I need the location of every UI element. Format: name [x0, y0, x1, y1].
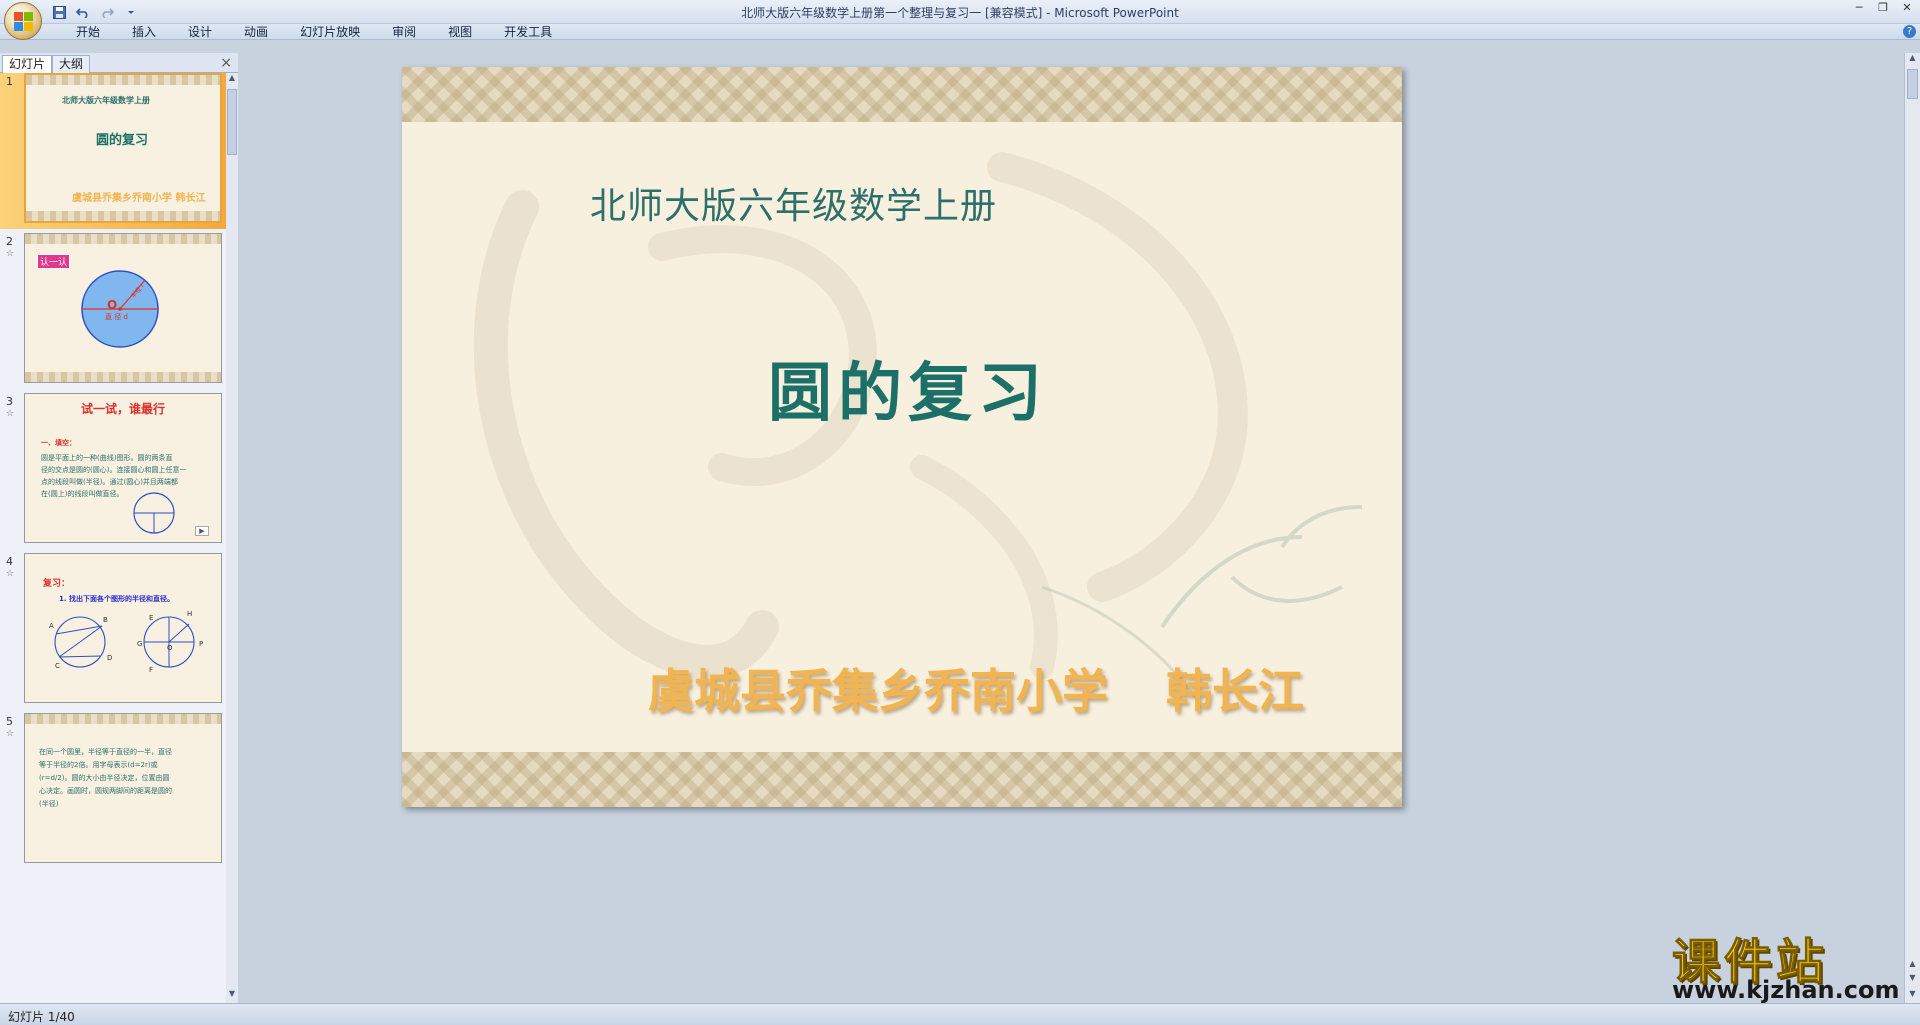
editor-scrollbar[interactable]: ▲ ▲ ▼ ▼ — [1904, 53, 1920, 1003]
tab-developer[interactable]: 开发工具 — [488, 25, 568, 39]
thumb-question: 1. 找出下面各个图形的半径和直径。 — [59, 595, 174, 603]
thumb-diameter-label: 直 径 d — [105, 313, 128, 321]
current-slide[interactable]: 北师大版六年级数学上册 圆的复习 虞城县乔集乡乔南小学 韩长江 — [402, 67, 1402, 807]
tab-design[interactable]: 设计 — [172, 25, 228, 39]
office-logo-icon — [14, 12, 34, 32]
tab-slides[interactable]: 幻灯片 — [2, 55, 53, 73]
thumb-title: 圆的复习 — [96, 133, 149, 148]
close-panel-icon[interactable]: × — [220, 55, 232, 71]
thumb-subtitle: 北师大版六年级数学上册 — [62, 96, 150, 105]
tab-view[interactable]: 视图 — [432, 25, 488, 39]
office-button[interactable] — [4, 2, 42, 40]
thumbnail-scrollbar[interactable]: ▲ ▼ — [226, 73, 238, 1003]
tab-outline[interactable]: 大纲 — [52, 55, 91, 73]
slide-title[interactable]: 圆的复习 — [768, 342, 1048, 434]
slide-thumbnail[interactable]: 试一试，谁最行 一、填空： 圆是平面上的一种(曲线)图形。圆的两条直 径的交点是… — [24, 393, 222, 543]
ribbon-tabs: 开始 插入 设计 动画 幻灯片放映 审阅 视图 开发工具 — [60, 25, 568, 39]
thumbnail-row[interactable]: 3 ☆ 试一试，谁最行 一、填空： 圆是平面上的一种(曲线)图形。圆的两条直 径… — [0, 393, 226, 549]
slide-author[interactable]: 虞城县乔集乡乔南小学 韩长江 — [648, 655, 1304, 721]
point-label: G — [137, 640, 143, 648]
point-label: A — [49, 622, 54, 630]
scroll-down-icon[interactable]: ▼ — [226, 989, 238, 1003]
window-title: 北师大版六年级数学上册第一个整理与复习一 [兼容模式] - Microsoft … — [741, 6, 1179, 20]
point-label: H — [187, 610, 193, 618]
slide-editor: 北师大版六年级数学上册 圆的复习 虞城县乔集乡乔南小学 韩长江 — [239, 53, 1904, 1003]
animation-star-icon: ☆ — [6, 409, 15, 419]
scroll-up-icon[interactable]: ▲ — [1905, 53, 1920, 67]
thumb-label: 认一认 — [37, 254, 71, 269]
thumb-heading: 试一试，谁最行 — [81, 402, 166, 416]
point-label: E — [149, 614, 154, 622]
watermark-url: www.kjzhan.com — [1672, 976, 1900, 1004]
slide-number: 4 — [6, 555, 13, 568]
thumbnail-row[interactable]: 4 ☆ 复习： 1. 找出下面各个图形的半径和直径。 A B C D E H G… — [0, 553, 226, 709]
circle-diagram-b — [143, 616, 195, 668]
point-label: F — [149, 666, 154, 674]
sound-icon: ▶ — [195, 526, 209, 536]
slide-number: 5 — [6, 715, 13, 728]
thumbnail-row[interactable]: 2 ☆ 认一认 O 半径 r 直 径 d — [0, 233, 226, 389]
tab-animations[interactable]: 动画 — [228, 25, 284, 39]
watermark: 课件站 www.kjzhan.com — [1671, 922, 1902, 1005]
window-controls: ─ ❐ ✕ — [1852, 2, 1914, 16]
help-icon[interactable]: ? — [1903, 25, 1916, 38]
next-slide-icon[interactable]: ▼ — [1905, 973, 1920, 987]
tab-insert[interactable]: 插入 — [116, 25, 172, 39]
close-button[interactable]: ✕ — [1900, 2, 1914, 16]
point-label: D — [107, 654, 113, 662]
thumb-heading: 复习： — [43, 579, 71, 589]
point-label: C — [55, 662, 60, 670]
slides-panel: 幻灯片 大纲 × 1 北师大版六年级数学上册 圆的复习 虞城县乔集乡乔南小学 韩… — [0, 53, 238, 1003]
slide-number: 2 — [6, 235, 13, 248]
tab-review[interactable]: 审阅 — [376, 25, 432, 39]
status-bar: 幻灯片 1/40 — [0, 1003, 1920, 1025]
circle-diagram — [81, 270, 159, 348]
thumbnail-row[interactable]: 1 北师大版六年级数学上册 圆的复习 虞城县乔集乡乔南小学 韩长江 — [0, 73, 226, 229]
tab-slide-show[interactable]: 幻灯片放映 — [284, 25, 376, 39]
slide-thumbnail[interactable]: 认一认 O 半径 r 直 径 d — [24, 233, 222, 383]
circle-diagram — [133, 492, 175, 534]
ribbon: 开始 插入 设计 动画 幻灯片放映 审阅 视图 开发工具 ? — [0, 24, 1920, 40]
author-school: 虞城县乔集乡乔南小学 — [648, 664, 1108, 718]
panel-tabs: 幻灯片 大纲 × — [0, 53, 238, 73]
author-name: 韩长江 — [1166, 664, 1304, 718]
slide-thumbnail[interactable]: 在同一个圆里，半径等于直径的一半，直径 等于半径的2倍。用字母表示(d=2r)或… — [24, 713, 222, 863]
tab-home[interactable]: 开始 — [60, 25, 116, 39]
animation-star-icon: ☆ — [6, 569, 15, 579]
slide-subtitle[interactable]: 北师大版六年级数学上册 — [590, 177, 997, 229]
thumb-author: 虞城县乔集乡乔南小学 韩长江 — [72, 193, 206, 204]
previous-slide-icon[interactable]: ▲ — [1905, 959, 1920, 973]
scroll-down-icon[interactable]: ▼ — [1905, 989, 1920, 1003]
slide-number: 1 — [6, 75, 13, 88]
thumb-body: 在同一个圆里，半径等于直径的一半，直径 等于半径的2倍。用字母表示(d=2r)或… — [39, 748, 172, 808]
animation-star-icon: ☆ — [6, 249, 15, 259]
slide-counter: 幻灯片 1/40 — [8, 1010, 75, 1024]
scroll-up-icon[interactable]: ▲ — [226, 73, 238, 87]
slide-thumbnail[interactable]: 北师大版六年级数学上册 圆的复习 虞城县乔集乡乔南小学 韩长江 — [24, 73, 222, 223]
slide-thumbnail[interactable]: 复习： 1. 找出下面各个图形的半径和直径。 A B C D E H G O P… — [24, 553, 222, 703]
thumb-center-label: O — [107, 298, 118, 312]
point-label: O — [167, 644, 173, 652]
animation-star-icon: ☆ — [6, 729, 15, 739]
point-label: B — [103, 616, 108, 624]
slide-number: 3 — [6, 395, 13, 408]
point-label: P — [199, 640, 204, 648]
title-bar: 北师大版六年级数学上册第一个整理与复习一 [兼容模式] - Microsoft … — [0, 0, 1920, 24]
thumbnail-list: 1 北师大版六年级数学上册 圆的复习 虞城县乔集乡乔南小学 韩长江 2 ☆ 认一… — [0, 73, 226, 1003]
thumb-section: 一、填空： — [41, 439, 76, 447]
scroll-thumb[interactable] — [1907, 69, 1918, 99]
thumbnail-row[interactable]: 5 ☆ 在同一个圆里，半径等于直径的一半，直径 等于半径的2倍。用字母表示(d=… — [0, 713, 226, 869]
scroll-thumb[interactable] — [227, 89, 237, 155]
minimize-button[interactable]: ─ — [1852, 2, 1866, 16]
restore-button[interactable]: ❐ — [1876, 2, 1890, 16]
